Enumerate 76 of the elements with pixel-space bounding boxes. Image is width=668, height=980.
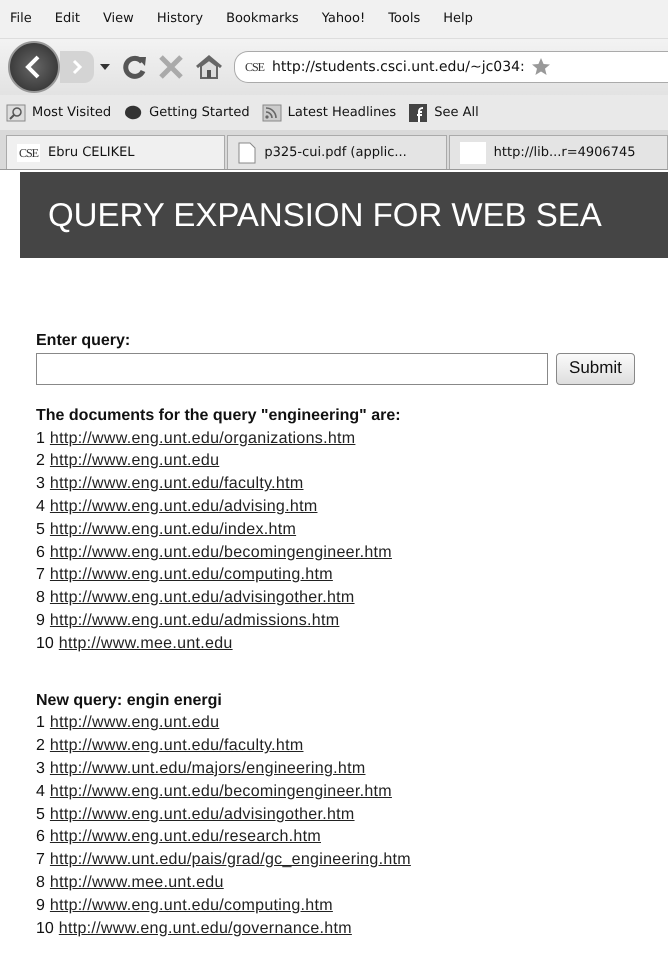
address-bar[interactable]: CSE http://students.csci.unt.edu/~jc034: <box>234 51 668 83</box>
result-number: 9 <box>36 896 45 916</box>
menu-item[interactable]: History <box>156 9 204 29</box>
result-link[interactable]: http://www.eng.unt.edu/faculty.htm <box>50 473 304 496</box>
browser-tab[interactable]: http://lib...r=4906745 <box>448 135 668 169</box>
feed-icon <box>262 104 282 122</box>
result-number: 3 <box>36 474 45 494</box>
result-link[interactable]: http://www.eng.unt.edu/becomingengineer.htm <box>50 780 392 804</box>
result-link[interactable]: http://www.eng.unt.edu <box>50 450 220 474</box>
magnifier-icon <box>6 104 26 122</box>
result-number: 6 <box>36 542 45 563</box>
tab-title: http://lib...r=4906745 <box>494 144 636 162</box>
result-link[interactable]: http://www.eng.unt.edu/computing.htm <box>50 564 333 588</box>
menu-item[interactable]: Tools <box>388 9 420 29</box>
home-icon[interactable] <box>194 54 224 80</box>
result-number: 10 <box>36 918 54 939</box>
result-number: 10 <box>36 634 54 654</box>
result-link[interactable]: http://www.mee.unt.edu <box>50 872 224 895</box>
browser-tab[interactable]: CSE Ebru CELIKEL <box>6 135 226 169</box>
menu-item[interactable]: Yahoo! <box>322 9 366 29</box>
result-number: 4 <box>36 782 45 802</box>
menu-item[interactable]: View <box>102 9 134 29</box>
result-number: 7 <box>36 565 45 586</box>
tab-title: p325-cui.pdf (applic... <box>264 144 407 162</box>
page-banner-title: QUERY EXPANSION FOR WEB SEA <box>20 172 668 258</box>
results-heading: The documents for the query "engineering" are: <box>36 406 402 426</box>
result-number: 6 <box>36 827 45 848</box>
document-icon <box>238 142 256 164</box>
result-number: 7 <box>36 850 45 870</box>
query-label: Enter query: <box>36 331 132 351</box>
result-link[interactable]: http://www.eng.unt.edu/computing.htm <box>50 894 333 918</box>
result-number: 1 <box>36 428 45 449</box>
result-number: 4 <box>36 496 45 517</box>
blank-page-icon <box>460 142 486 164</box>
result-number: 5 <box>36 520 45 540</box>
bookmark-link[interactable]: Getting Started <box>149 102 250 122</box>
browser-tab[interactable]: p325-cui.pdf (applic... <box>227 135 447 169</box>
result-number: 2 <box>36 451 45 472</box>
bookmark-link[interactable]: See All <box>434 102 479 122</box>
menu-item[interactable]: Help <box>443 9 473 29</box>
site-icon: CSE <box>17 144 40 162</box>
result-link[interactable]: http://www.eng.unt.edu/faculty.htm <box>50 735 304 758</box>
result-number: 3 <box>36 758 45 779</box>
result-link[interactable]: http://www.mee.unt.edu <box>58 632 233 656</box>
star-icon[interactable] <box>530 56 551 78</box>
result-number: 8 <box>36 588 45 608</box>
letter-f-icon <box>408 104 428 122</box>
result-link[interactable]: http://www.eng.unt.edu/index.htm <box>50 518 296 542</box>
menu-item[interactable]: Bookmarks <box>226 9 299 29</box>
result-link[interactable]: http://www.unt.edu/pais/grad/gc_engineering.htm <box>50 849 411 872</box>
result-link[interactable]: http://www.eng.unt.edu/research.htm <box>50 826 321 850</box>
result-link[interactable]: http://www.eng.unt.edu/advisingother.htm <box>50 804 355 826</box>
result-link[interactable]: http://www.eng.unt.edu/advisingother.htm <box>50 587 355 610</box>
result-number: 1 <box>36 713 45 734</box>
results-heading: New query: engin energi <box>36 690 223 711</box>
result-link[interactable]: http://www.unt.edu/majors/engineering.htm <box>50 758 366 781</box>
url-text: http://students.csci.unt.edu/~jc034: <box>272 58 525 76</box>
submit-button[interactable]: Submit <box>556 352 635 385</box>
result-number: 8 <box>36 872 45 893</box>
result-link[interactable]: http://www.eng.unt.edu/admissions.htm <box>50 610 340 633</box>
result-link[interactable]: http://www.eng.unt.edu/organizations.htm <box>50 428 356 450</box>
back-button[interactable] <box>8 41 60 93</box>
result-link[interactable]: http://www.eng.unt.edu/becomingengineer.htm <box>50 542 392 564</box>
bookmark-link[interactable]: Most Visited <box>32 102 112 122</box>
menu-item[interactable]: File <box>10 9 32 29</box>
result-link[interactable]: http://www.eng.unt.edu/advising.htm <box>50 496 318 519</box>
result-number: 9 <box>36 610 45 631</box>
result-number: 5 <box>36 804 45 825</box>
result-link[interactable]: http://www.eng.unt.edu <box>50 712 220 736</box>
bookmark-link[interactable]: Latest Headlines <box>288 102 396 122</box>
menu-item[interactable]: Edit <box>54 9 80 29</box>
tab-title: Ebru CELIKEL <box>48 144 135 162</box>
chevron-right-icon <box>71 59 83 75</box>
result-number: 2 <box>36 736 45 756</box>
query-field[interactable] <box>36 352 548 385</box>
result-link[interactable]: http://www.eng.unt.edu/governance.htm <box>58 918 352 940</box>
